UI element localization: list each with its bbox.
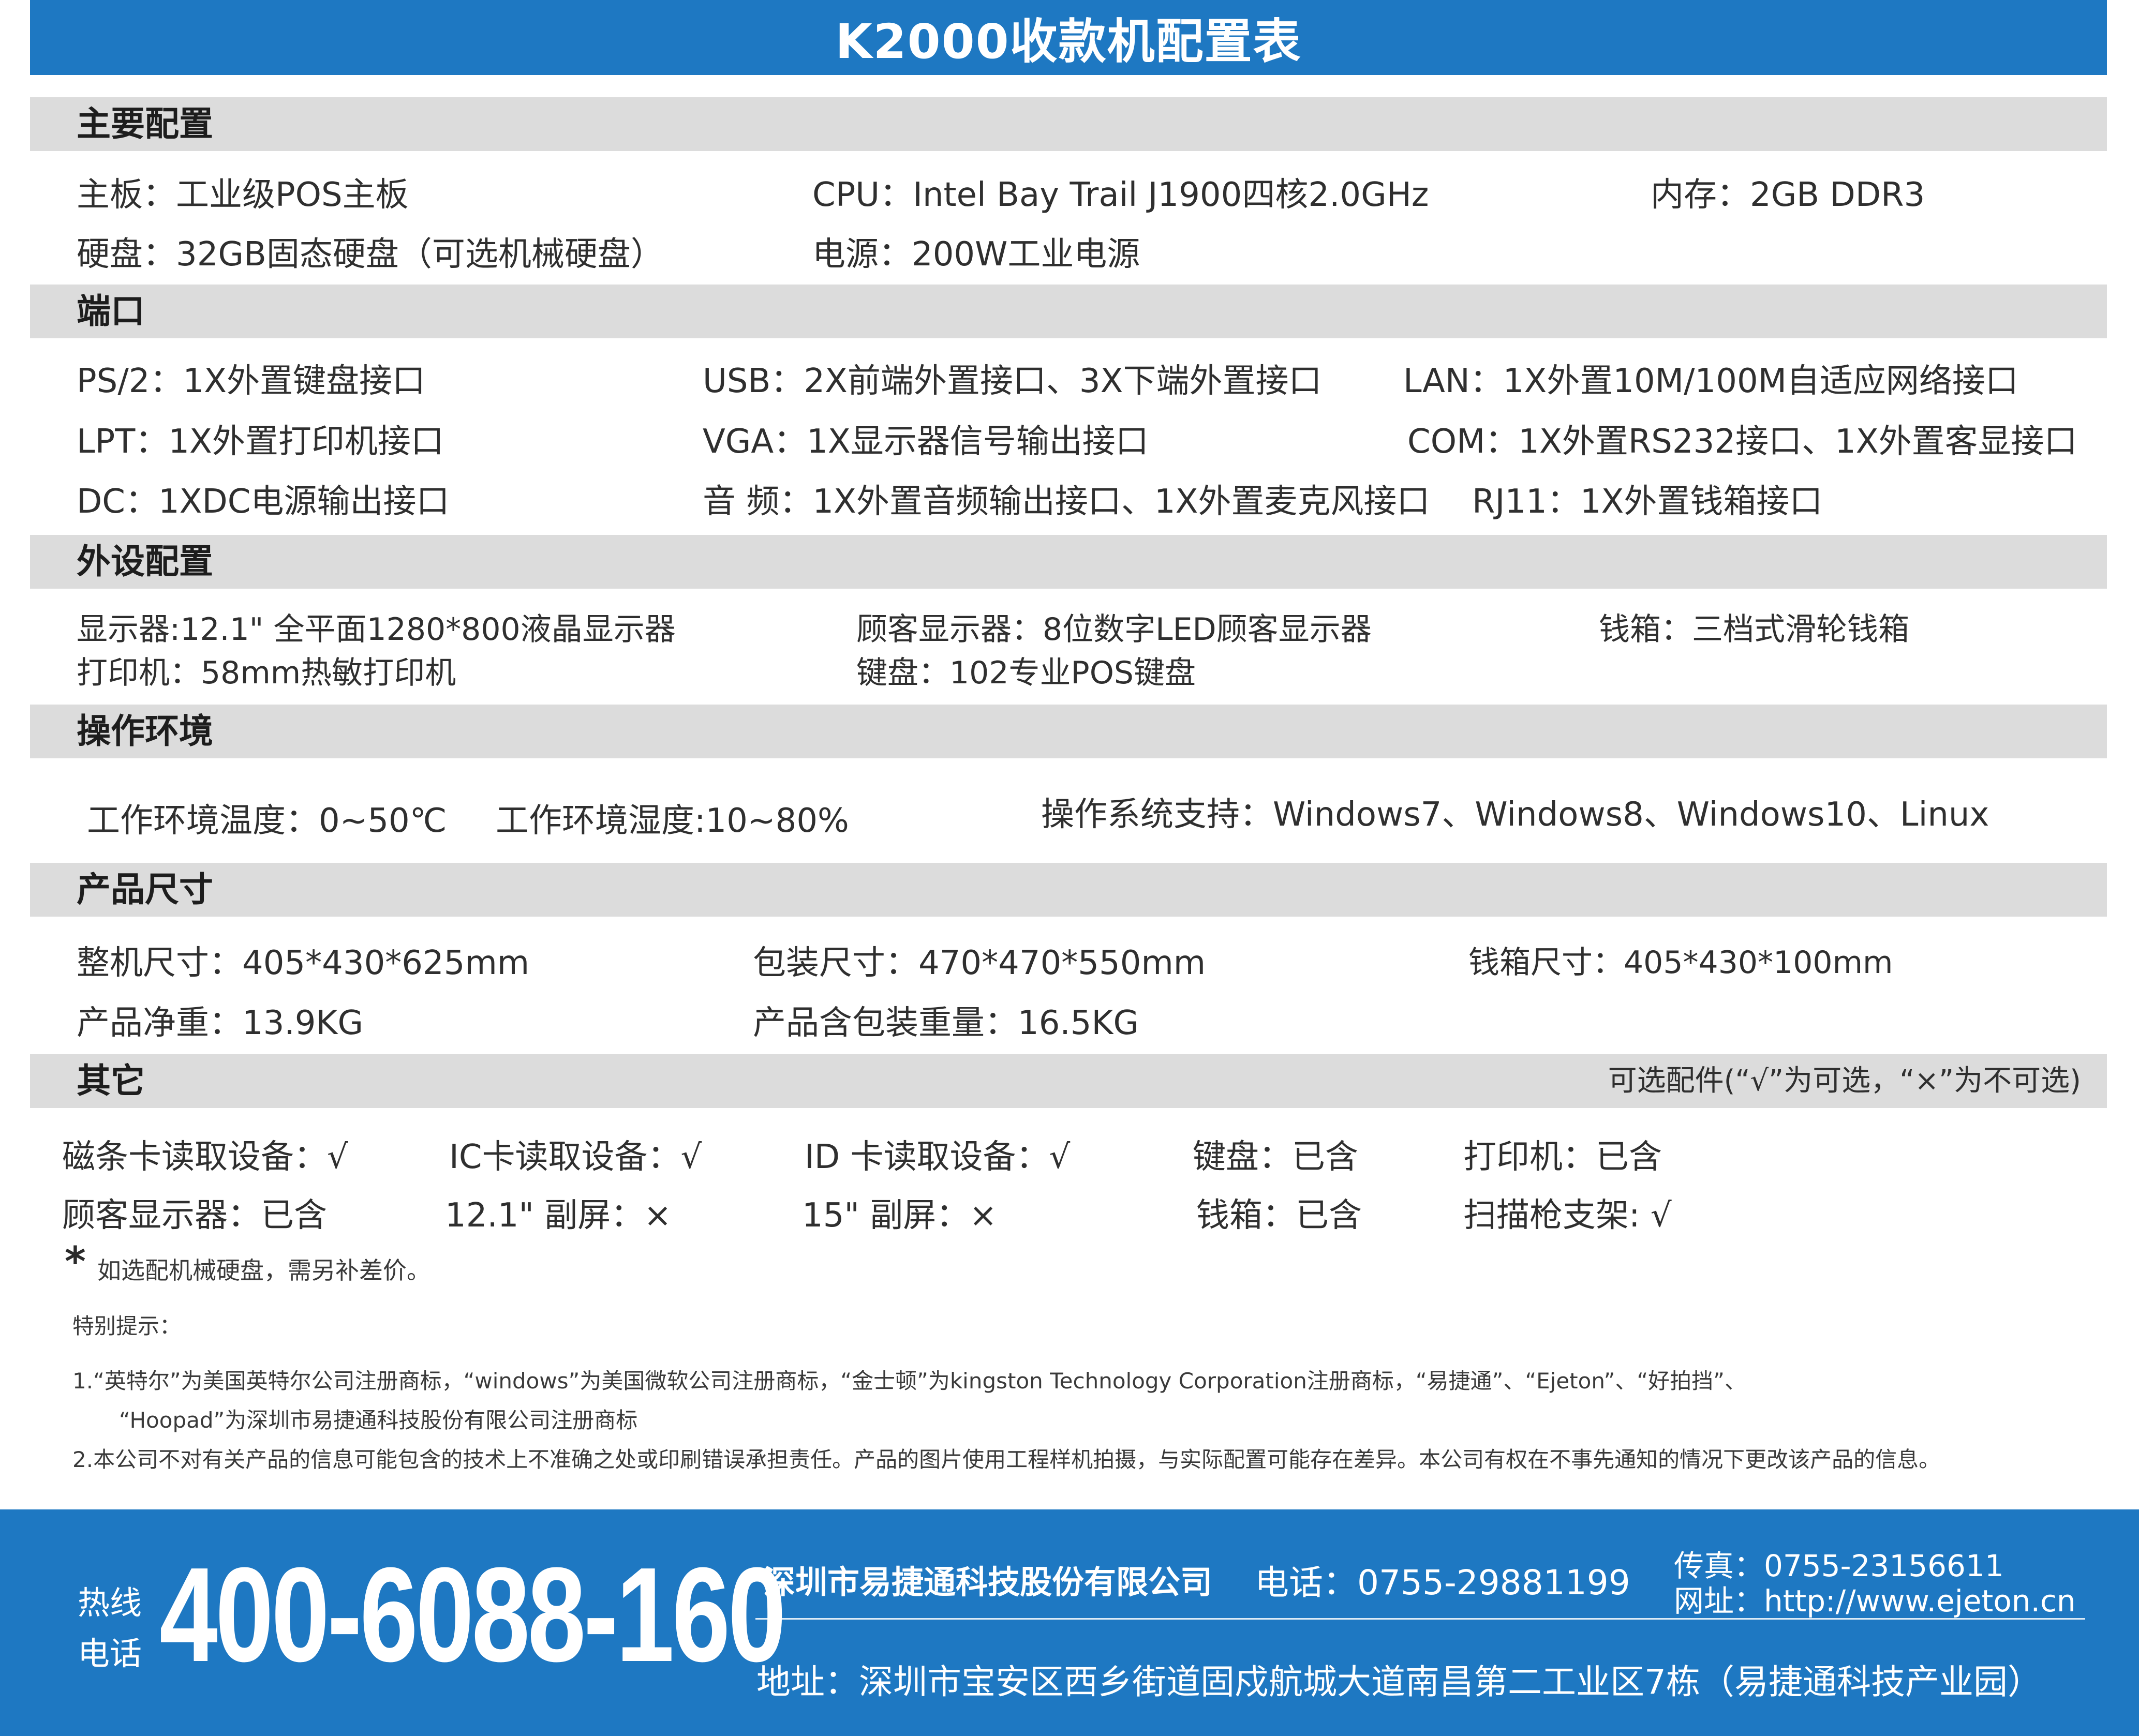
section-main-config: 主要配置	[30, 97, 2107, 151]
port-lan: LAN：1X外置10M/100M自适应网络接口	[1403, 362, 2018, 400]
env-os: 操作系统支持：Windows7、Windows8、Windows10、Linux	[1041, 796, 1989, 834]
section-dimensions: 产品尺寸	[30, 863, 2107, 917]
spec-cpu: CPU：Intel Bay Trail J1900四核2.0GHz	[812, 176, 1429, 214]
note-1-line-2: “Hoopad”为深圳市易捷通科技股份有限公司注册商标	[119, 1408, 638, 1433]
optional-note: 可选配件(“√”为可选，“×”为不可选)	[1608, 1064, 2081, 1098]
port-lpt: LPT：1X外置打印机接口	[77, 423, 444, 461]
other-ic-card: IC卡读取设备：√	[449, 1138, 702, 1176]
company-name: 深圳市易捷通科技股份有限公司	[763, 1563, 1213, 1601]
port-vga: VGA：1X显示器信号输出接口	[703, 423, 1149, 461]
section-environment: 操作环境	[30, 705, 2107, 758]
spec-memory: 内存：2GB DDR3	[1651, 176, 1925, 214]
port-dc: DC：1XDC电源输出接口	[77, 483, 450, 521]
other-sub-screen-15: 15" 副屏：×	[802, 1196, 997, 1235]
dim-gross-weight: 产品含包装重量：16.5KG	[753, 1004, 1139, 1042]
spec-power: 电源：200W工业电源	[812, 235, 1140, 274]
title-bar: K2000收款机配置表	[30, 0, 2107, 75]
section-title: 外设配置	[77, 542, 213, 581]
section-title: 操作环境	[77, 711, 213, 751]
hdd-note: 如选配机械硬盘，需另补差价。	[97, 1256, 430, 1284]
hotline-label-2: 电话	[78, 1635, 142, 1672]
special-title: 特别提示：	[72, 1313, 182, 1339]
footer-divider	[755, 1618, 2085, 1620]
other-printer: 打印机：已含	[1463, 1138, 1662, 1176]
peripheral-cash-drawer: 钱箱：三档式滑轮钱箱	[1599, 611, 1909, 648]
spec-board: 主板：工业级POS主板	[77, 176, 409, 214]
other-magstripe: 磁条卡读取设备：√	[62, 1138, 348, 1176]
port-ps2: PS/2：1X外置键盘接口	[77, 362, 426, 400]
other-id-card: ID 卡读取设备：√	[805, 1138, 1071, 1176]
other-customer-display: 顾客显示器：已含	[62, 1196, 327, 1235]
other-scanner-stand: 扫描枪支架: √	[1463, 1196, 1672, 1235]
note-2: 2.本公司不对有关产品的信息可能包含的技术上不准确之处或印刷错误承担责任。产品的…	[72, 1447, 1941, 1472]
section-other: 其它 可选配件(“√”为可选，“×”为不可选)	[30, 1054, 2107, 1108]
peripheral-printer: 打印机：58mm热敏打印机	[77, 655, 456, 691]
section-title: 其它	[77, 1061, 145, 1101]
section-title: 产品尺寸	[77, 870, 213, 909]
section-title: 主要配置	[77, 104, 213, 144]
note-1-line-1: 1.“英特尔”为美国英特尔公司注册商标，“windows”为美国微软公司注册商标…	[72, 1368, 1746, 1394]
env-humidity: 工作环境湿度:10~80%	[496, 802, 849, 840]
port-usb: USB：2X前端外置接口、3X下端外置接口	[703, 362, 1322, 400]
peripheral-display: 显示器:12.1" 全平面1280*800液晶显示器	[77, 611, 676, 648]
page-title: K2000收款机配置表	[835, 14, 1302, 69]
dim-net-weight: 产品净重：13.9KG	[77, 1004, 364, 1042]
other-sub-screen-12: 12.1" 副屏：×	[445, 1196, 672, 1235]
port-rj11: RJ11：1X外置钱箱接口	[1472, 483, 1823, 521]
section-ports: 端口	[30, 285, 2107, 338]
company-address: 地址：深圳市宝安区西乡街道固戍航城大道南昌第二工业区7栋（易捷通科技产业园）	[756, 1662, 2042, 1702]
section-peripherals: 外设配置	[30, 535, 2107, 589]
dim-drawer: 钱箱尺寸：405*430*100mm	[1468, 945, 1893, 981]
footer: 热线 电话 400-6088-160 深圳市易捷通科技股份有限公司 电话：075…	[0, 1509, 2139, 1736]
hotline-number: 400-6088-160	[159, 1540, 786, 1690]
spec-disk: 硬盘：32GB固态硬盘（可选机械硬盘）	[77, 235, 664, 274]
asterisk-mark: *	[65, 1239, 86, 1285]
port-audio: 音 频：1X外置音频输出接口、1X外置麦克风接口	[703, 483, 1430, 521]
env-temperature: 工作环境温度：0~50℃	[87, 802, 447, 840]
other-keyboard: 键盘：已含	[1193, 1138, 1358, 1176]
company-website: 网址：http://www.ejeton.cn	[1674, 1583, 2076, 1619]
peripheral-customer-display: 顾客显示器：8位数字LED顾客显示器	[856, 611, 1372, 648]
port-com: COM：1X外置RS232接口、1X外置客显接口	[1407, 423, 2077, 461]
section-title: 端口	[77, 291, 145, 331]
peripheral-keyboard: 键盘：102专业POS键盘	[856, 655, 1196, 691]
other-cash-drawer: 钱箱：已含	[1196, 1196, 1362, 1235]
hotline-label-1: 热线	[78, 1584, 142, 1622]
company-phone: 电话：0755-29881199	[1255, 1563, 1630, 1603]
dim-package: 包装尺寸：470*470*550mm	[753, 944, 1206, 982]
dim-machine: 整机尺寸：405*430*625mm	[77, 944, 530, 982]
